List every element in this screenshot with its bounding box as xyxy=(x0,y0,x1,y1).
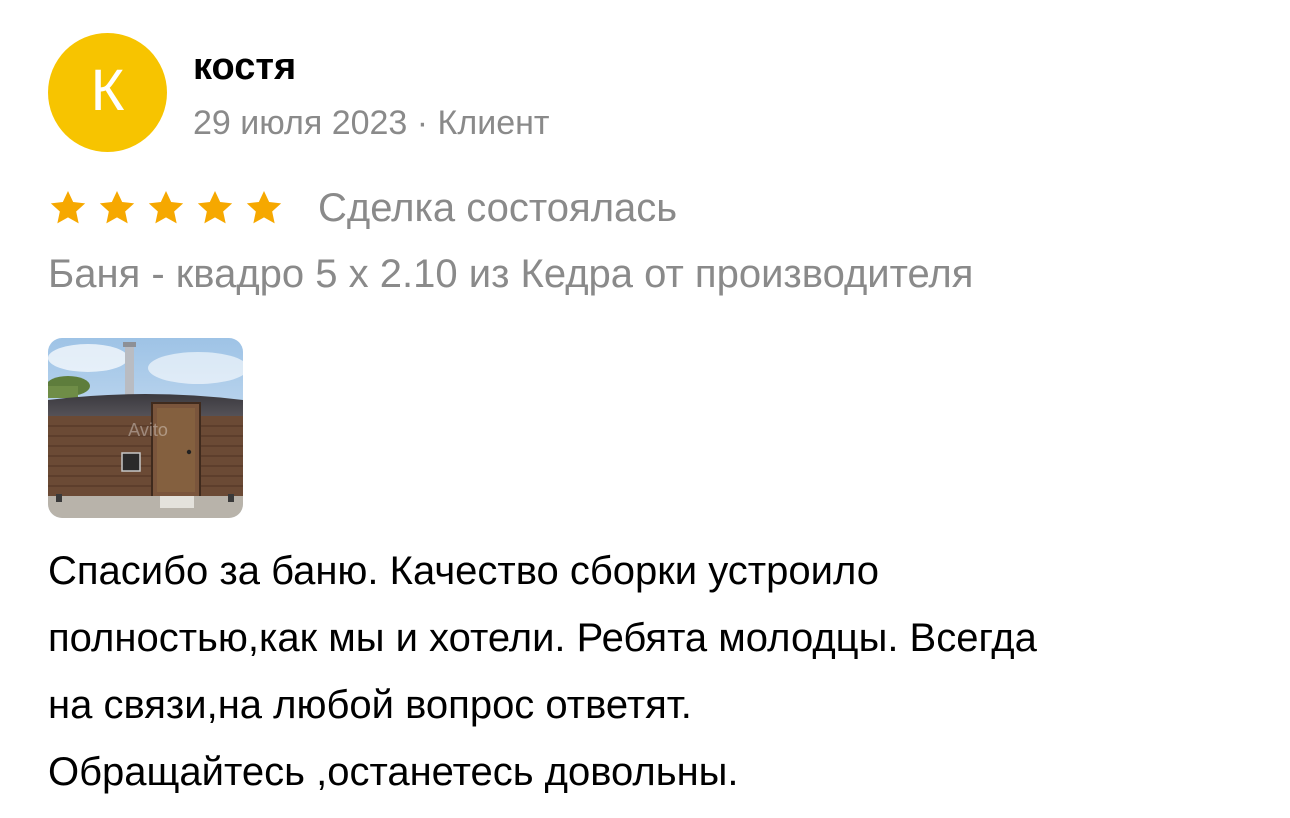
sauna-photo-thumbnail: Avito xyxy=(48,338,243,518)
star-icon xyxy=(246,191,282,224)
svg-text:Avito: Avito xyxy=(128,420,168,440)
star-icon xyxy=(148,191,184,224)
star-icon xyxy=(99,191,135,224)
star-icon xyxy=(50,191,86,224)
review-meta: 29 июля 2023 · Клиент xyxy=(193,104,550,142)
author-name[interactable]: костя xyxy=(193,44,296,90)
author-avatar[interactable]: К xyxy=(48,33,167,152)
deal-status: Сделка состоялась xyxy=(318,186,678,230)
review-photo[interactable]: Avito xyxy=(48,338,243,518)
item-title[interactable]: Баня - квадро 5 x 2.10 из Кедра от произ… xyxy=(48,250,973,298)
avatar-initial: К xyxy=(90,57,125,123)
star-icon xyxy=(197,191,233,224)
rating-stars xyxy=(48,186,293,230)
review-text: Спасибо за баню. Качество сборки устроил… xyxy=(48,549,1037,794)
